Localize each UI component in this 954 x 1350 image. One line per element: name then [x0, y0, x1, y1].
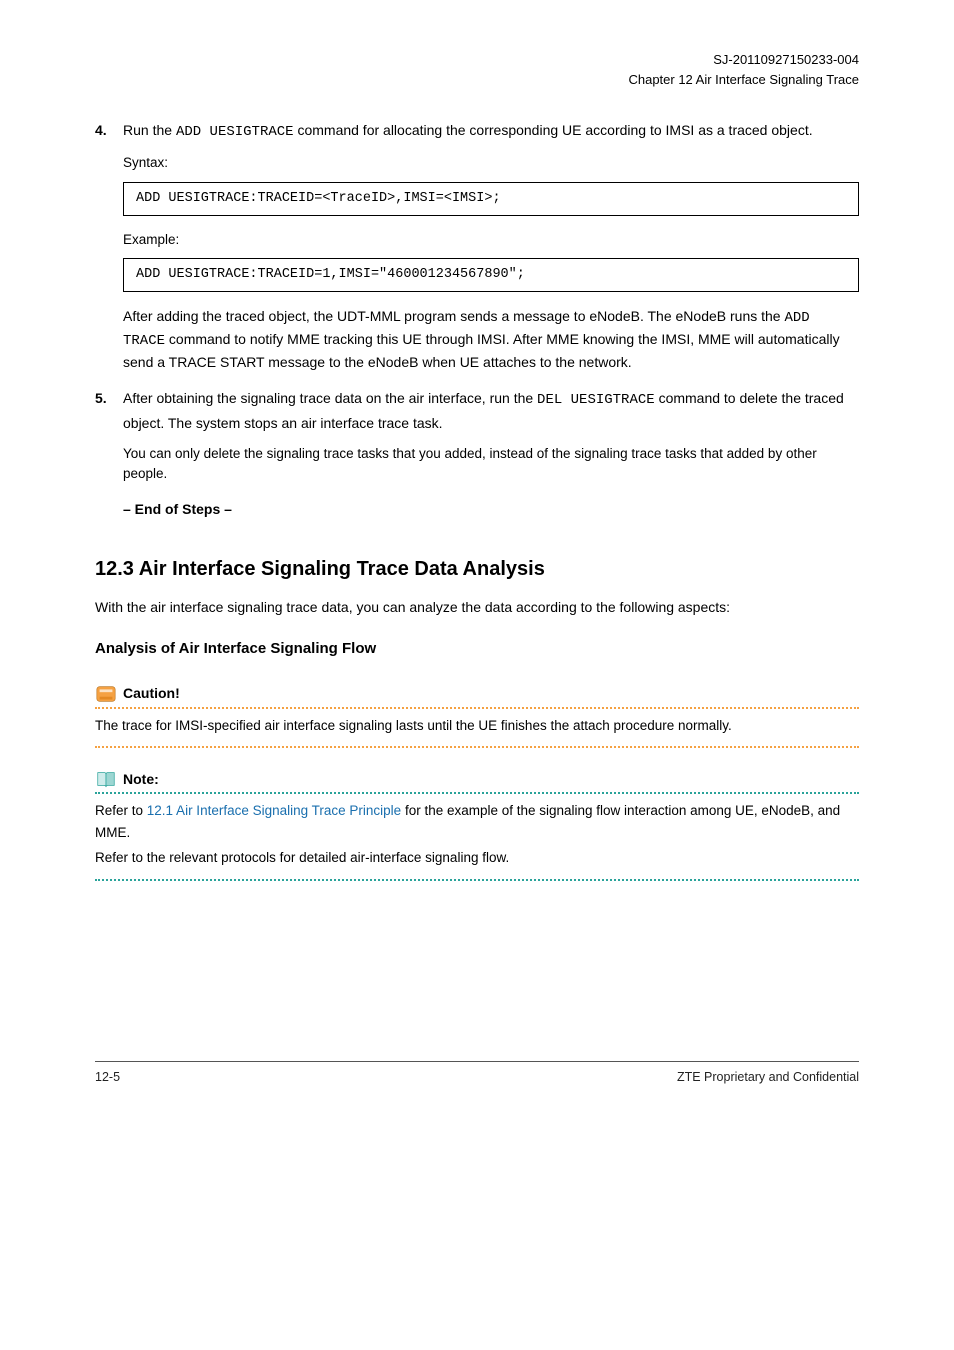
note-link[interactable]: 12.1 Air Interface Signaling Trace Princ… [147, 803, 401, 818]
post-prefix: After adding the traced object, the UDT-… [123, 308, 784, 324]
page-footer: 12-5 ZTE Proprietary and Confidential [95, 1068, 859, 1087]
step-text: Run the ADD UESIGTRACE command for alloc… [123, 119, 859, 143]
divider-dotted [95, 746, 859, 748]
step-5: 5. After obtaining the signaling trace d… [95, 387, 859, 434]
post-suffix: command to notify MME tracking this UE t… [123, 331, 840, 370]
divider-dotted [95, 879, 859, 881]
section-heading: 12.3 Air Interface Signaling Trace Data … [95, 554, 859, 584]
caution-label: Caution! [123, 683, 180, 704]
note-body: Refer to 12.1 Air Interface Signaling Tr… [95, 800, 859, 869]
syntax-label: Syntax: [123, 153, 859, 173]
footer-page-number: 12-5 [95, 1068, 120, 1087]
doc-ref: SJ-20110927150233-004 [713, 52, 859, 67]
step-text-prefix: After obtaining the signaling trace data… [123, 390, 537, 406]
footer-rule [95, 1061, 859, 1062]
block-heading: Analysis of Air Interface Signaling Flow [95, 638, 859, 661]
divider-dotted [95, 707, 859, 709]
step-4: 4. Run the ADD UESIGTRACE command for al… [95, 119, 859, 143]
example-label: Example: [123, 230, 859, 250]
note-line2: Refer to the relevant protocols for deta… [95, 847, 859, 869]
example-box: ADD UESIGTRACE:TRACEID=1,IMSI="460001234… [123, 258, 859, 292]
step-text-suffix: command for allocating the corresponding… [297, 122, 812, 138]
section-intro: With the air interface signaling trace d… [95, 596, 859, 618]
step-text: After obtaining the signaling trace data… [123, 387, 859, 434]
command-name: DEL UESIGTRACE [537, 392, 655, 408]
note-label: Note: [123, 769, 159, 790]
step-5-note: You can only delete the signaling trace … [123, 444, 859, 485]
step-text-prefix: Run the [123, 122, 176, 138]
note-line1-prefix: Refer to [95, 803, 147, 818]
page-header: SJ-20110927150233-004 Chapter 12 Air Int… [95, 50, 859, 89]
book-icon [95, 768, 117, 790]
caution-callout: Caution! [95, 683, 859, 705]
end-of-steps: – End of Steps – [123, 499, 859, 520]
command-name: ADD UESIGTRACE [176, 124, 294, 140]
caution-icon [95, 683, 117, 705]
step-number: 4. [95, 119, 123, 143]
divider-dotted [95, 792, 859, 794]
note-callout: Note: [95, 768, 859, 790]
post-step-text: After adding the traced object, the UDT-… [123, 306, 859, 373]
caution-body: The trace for IMSI-specified air interfa… [95, 715, 859, 737]
footer-proprietary: ZTE Proprietary and Confidential [677, 1070, 859, 1084]
step-number: 5. [95, 387, 123, 434]
chapter-line: Chapter 12 Air Interface Signaling Trace [628, 72, 859, 87]
syntax-box: ADD UESIGTRACE:TRACEID=<TraceID>,IMSI=<I… [123, 182, 859, 216]
